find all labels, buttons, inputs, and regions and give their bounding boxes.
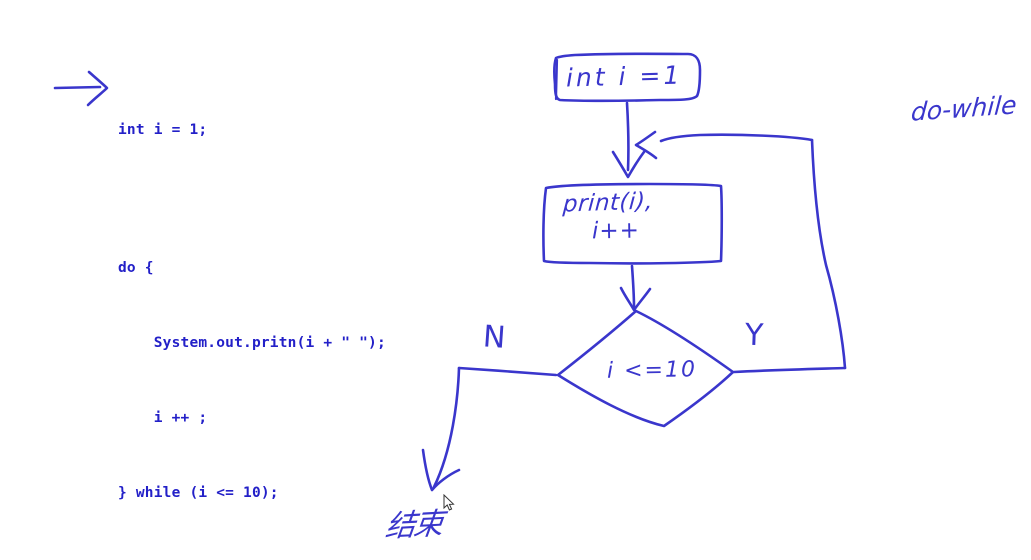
code-line: System.out.pritn(i + " "); (118, 335, 386, 351)
loopback-arrowhead-icon (634, 130, 658, 160)
code-snippet: int i = 1; do { System.out.pritn(i + " "… (118, 68, 386, 556)
code-line: int i = 1; (118, 122, 208, 138)
flow-node-init-label: int i =1 (565, 60, 683, 93)
flow-node-condition-label: i <=10 (606, 357, 698, 384)
code-pointer-arrow-icon (53, 70, 109, 107)
code-line: } while (i <= 10); (118, 485, 279, 501)
whiteboard-canvas: int i = 1; do { System.out.pritn(i + " "… (0, 0, 1031, 560)
code-line: i ++ ; (118, 410, 208, 426)
edge-init-to-body (611, 101, 646, 179)
flow-node-body-label-line1: print(i), (562, 188, 655, 218)
mouse-pointer-icon (443, 494, 455, 511)
branch-label-yes: Y (744, 317, 764, 354)
branch-label-no: N (481, 319, 507, 356)
flow-node-body-label-line2: i++ (591, 217, 641, 245)
edge-condition-no (421, 366, 558, 492)
flow-node-end-label: 结束 (383, 506, 444, 545)
edge-body-to-condition (619, 264, 652, 312)
code-line: do { (118, 260, 154, 276)
